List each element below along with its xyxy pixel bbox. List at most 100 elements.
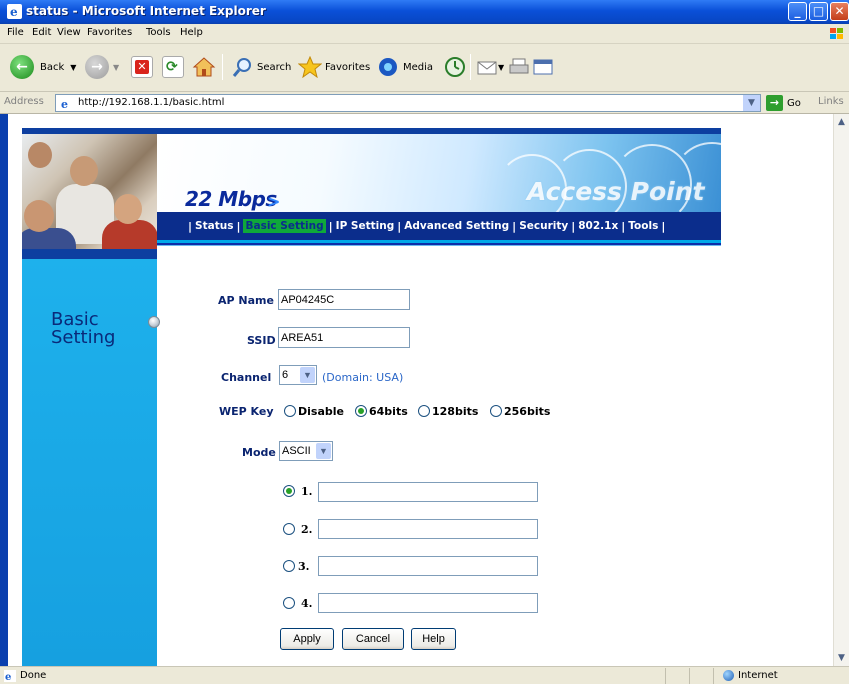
nav-tools[interactable]: Tools (628, 220, 658, 232)
back-dropdown-icon[interactable]: ▼ (70, 63, 76, 72)
key-3-radio[interactable] (283, 560, 295, 572)
links-label[interactable]: Links (818, 96, 844, 107)
mail-button[interactable]: ▼ (476, 54, 504, 80)
banner-photo (22, 134, 157, 259)
close-icon: ✕ (834, 4, 845, 18)
channel-label: Channel (221, 371, 272, 384)
nav-status[interactable]: Status (195, 220, 233, 232)
history-button[interactable] (444, 54, 466, 80)
brand-arrow: > (267, 192, 281, 211)
nav-security[interactable]: Security (519, 220, 568, 232)
stop-button[interactable]: ✕ (131, 54, 153, 80)
scroll-down-icon[interactable]: ▼ (834, 650, 849, 666)
wep-key-label: WEP Key (219, 405, 274, 418)
address-dropdown-icon[interactable]: ▼ (743, 95, 760, 111)
internet-zone-icon (723, 670, 734, 681)
nav-underline-accent (157, 240, 721, 243)
nav-8021x[interactable]: 802.1x (578, 220, 618, 232)
key-1-input[interactable] (318, 482, 538, 502)
status-divider (665, 668, 666, 684)
menu-file[interactable]: File (7, 27, 24, 38)
address-input[interactable]: e http://192.168.1.1/basic.html ▼ (55, 94, 761, 112)
brand-speed: 22 Mbps (185, 187, 277, 211)
favorites-star-icon (298, 56, 322, 78)
close-button[interactable]: ✕ (830, 2, 849, 21)
wep-128bits-radio[interactable] (418, 405, 430, 417)
wep-256bits-radio[interactable] (490, 405, 502, 417)
nav-basic-setting[interactable]: Basic Setting (243, 219, 326, 233)
key-4-radio[interactable] (283, 597, 295, 609)
chevron-down-icon: ▼ (300, 367, 315, 383)
chevron-down-icon: ▼ (316, 443, 331, 459)
refresh-button[interactable]: ⟳ (162, 54, 184, 80)
ie-page-icon: e (4, 670, 16, 682)
zone-label: Internet (738, 670, 778, 681)
mode-select[interactable]: ASCII ▼ (279, 441, 333, 461)
minimize-button[interactable]: _ (788, 2, 807, 21)
cancel-button[interactable]: Cancel (342, 628, 404, 650)
menu-bar: File Edit View Favorites Tools Help (0, 24, 849, 44)
ap-name-input[interactable]: AP04245C (278, 289, 410, 310)
svg-text:e: e (61, 98, 68, 110)
svg-text:e: e (10, 5, 18, 19)
wep-64bits-radio[interactable] (355, 405, 367, 417)
panel-bullet-icon (148, 316, 160, 328)
toolbar-separator (222, 54, 223, 80)
forward-dropdown-icon[interactable]: ▼ (113, 63, 119, 72)
maximize-icon: □ (812, 4, 825, 18)
back-label: Back (40, 61, 65, 73)
minimize-icon: _ (794, 4, 801, 18)
go-label: Go (787, 97, 801, 109)
channel-select[interactable]: 6 ▼ (279, 365, 317, 385)
go-button[interactable]: → Go (766, 95, 801, 111)
help-button[interactable]: Help (411, 628, 456, 650)
back-button[interactable]: ← Back ▼ (10, 54, 76, 80)
media-label: Media (403, 61, 434, 73)
forward-button[interactable]: → ▼ (85, 54, 119, 80)
wep-disable-label: Disable (298, 405, 344, 418)
print-icon (509, 58, 529, 74)
windows-flag-icon (825, 25, 847, 43)
status-bar: e Done Internet (0, 666, 849, 684)
home-button[interactable] (192, 54, 216, 80)
address-bar: Address e http://192.168.1.1/basic.html … (0, 92, 849, 114)
key-3-input[interactable] (318, 556, 538, 576)
menu-favorites[interactable]: Favorites (87, 27, 132, 38)
nav-underline-thin (157, 245, 721, 246)
status-divider (713, 668, 714, 684)
key-2-input[interactable] (318, 519, 538, 539)
ssid-input[interactable]: AREA51 (278, 327, 410, 348)
wep-128bits-label: 128bits (432, 405, 479, 418)
nav-ip-setting[interactable]: IP Setting (336, 220, 395, 232)
favorites-button[interactable]: Favorites (298, 54, 370, 80)
svg-text:e: e (5, 672, 11, 682)
nav-bar: | Status | Basic Setting | IP Setting | … (157, 212, 721, 240)
menu-help[interactable]: Help (180, 27, 203, 38)
wep-64bits-label: 64bits (369, 405, 408, 418)
go-arrow-icon: → (766, 95, 783, 111)
toolbar-separator (470, 54, 471, 80)
key-4-input[interactable] (318, 593, 538, 613)
mail-icon (477, 61, 497, 75)
scroll-up-icon[interactable]: ▲ (834, 114, 849, 130)
apply-button[interactable]: Apply (280, 628, 334, 650)
menu-edit[interactable]: Edit (32, 27, 51, 38)
wep-disable-radio[interactable] (284, 405, 296, 417)
edit-button[interactable] (532, 54, 554, 80)
mail-dropdown-icon[interactable]: ▼ (498, 63, 504, 72)
key-2-radio[interactable] (283, 523, 295, 535)
page-viewport: 22 Mbps > Access Point | Status | Basic … (0, 114, 849, 666)
nav-advanced-setting[interactable]: Advanced Setting (404, 220, 509, 232)
menu-view[interactable]: View (57, 27, 81, 38)
favorites-label: Favorites (325, 61, 371, 73)
key-1-radio[interactable] (283, 485, 295, 497)
maximize-button[interactable]: □ (809, 2, 828, 21)
media-button[interactable]: Media (376, 54, 433, 80)
print-button[interactable] (508, 54, 530, 80)
search-button[interactable]: Search (232, 54, 291, 80)
channel-value: 6 (282, 369, 289, 381)
forward-arrow-icon: → (85, 55, 109, 79)
menu-tools[interactable]: Tools (146, 27, 171, 38)
vertical-scrollbar[interactable]: ▲ ▼ (833, 114, 849, 666)
mode-label: Mode (242, 446, 276, 459)
